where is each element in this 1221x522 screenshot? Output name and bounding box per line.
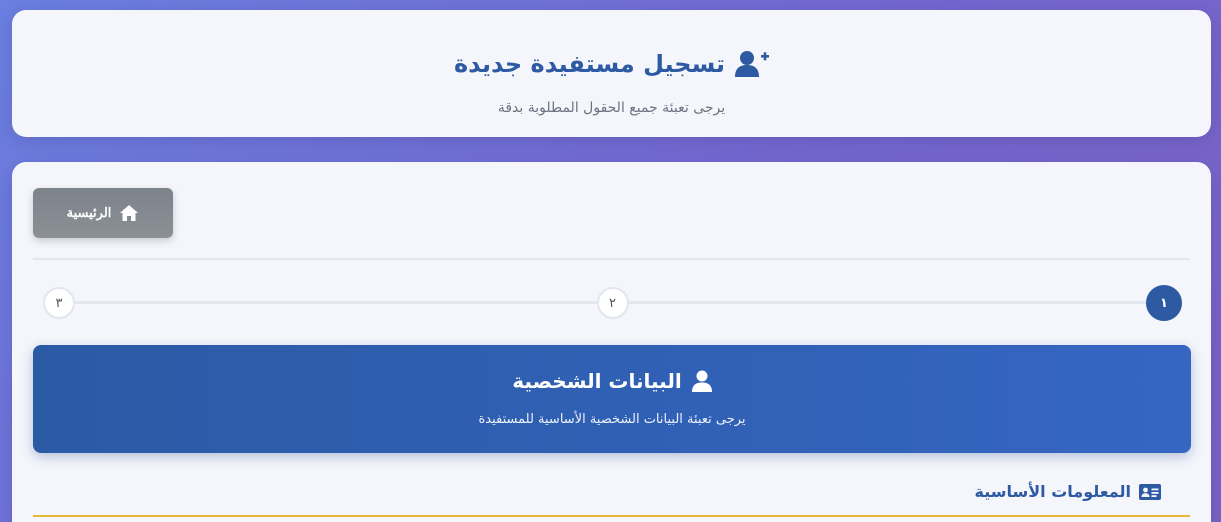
home-icon	[119, 204, 139, 222]
page-subtitle: يرجى تعبئة جميع الحقول المطلوبة بدقة	[497, 100, 726, 116]
step-2[interactable]: ٢	[596, 287, 629, 319]
page-title-row: تسجيل مستفيدة جديدة	[12, 50, 1211, 78]
id-card-icon	[1139, 483, 1161, 500]
subsection-underline	[33, 515, 1190, 517]
section-title: البيانات الشخصية	[512, 369, 682, 393]
subsection-title: المعلومات الأساسية	[974, 482, 1131, 501]
step-1[interactable]: ١	[1146, 285, 1182, 321]
home-button-label: الرئيسية	[66, 205, 112, 220]
step-3[interactable]: ٣	[43, 287, 75, 319]
divider	[33, 258, 1190, 260]
subsection-heading: المعلومات الأساسية	[975, 482, 1161, 501]
section-banner: البيانات الشخصية يرجى تعبئة البيانات الش…	[33, 345, 1191, 453]
form-card: الرئيسية ١ ٢ ٣ البيانات الشخصية يرجى تعب…	[12, 162, 1211, 522]
user-icon	[691, 370, 712, 392]
section-subtitle: يرجى تعبئة البيانات الشخصية الأساسية للم…	[478, 412, 746, 427]
page-header: تسجيل مستفيدة جديدة يرجى تعبئة جميع الحق…	[12, 10, 1211, 137]
page-title: تسجيل مستفيدة جديدة	[453, 50, 726, 78]
user-plus-icon	[735, 50, 770, 78]
home-button[interactable]: الرئيسية	[33, 188, 173, 238]
section-title-row: البيانات الشخصية	[33, 369, 1191, 393]
progress-stepper: ١ ٢ ٣	[43, 285, 1182, 321]
